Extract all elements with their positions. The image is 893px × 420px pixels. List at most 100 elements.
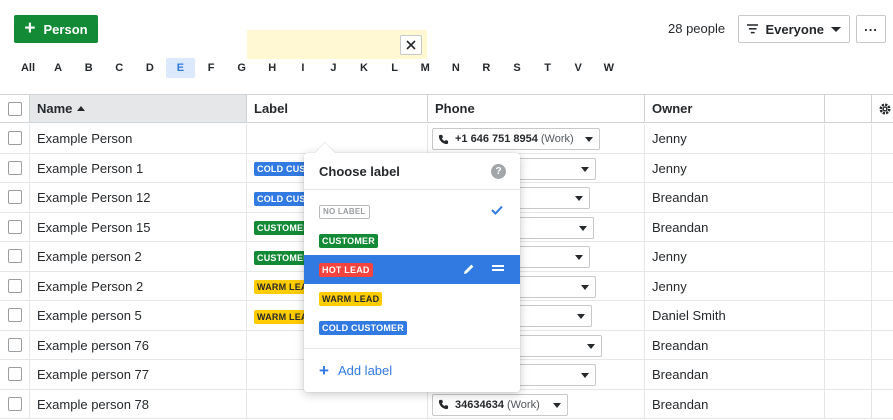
- label-tag: WARM LEAD: [254, 309, 304, 324]
- column-header-owner[interactable]: Owner: [645, 95, 825, 122]
- label-cell[interactable]: WARM LEAD: [254, 272, 304, 301]
- table-row[interactable]: Example person 78 34634634 (Work) Breandan: [0, 389, 893, 419]
- row-checkbox[interactable]: [8, 190, 22, 204]
- row-checkbox[interactable]: [8, 131, 22, 145]
- alphabet-letter-s[interactable]: S: [503, 58, 532, 78]
- row-checkbox[interactable]: [8, 278, 22, 293]
- label-option-cold-customer[interactable]: COLD CUSTOMER: [304, 313, 520, 342]
- label-option-no-label[interactable]: NO LABEL: [304, 197, 520, 226]
- row-checkbox[interactable]: [8, 367, 22, 381]
- alphabet-letter-all[interactable]: All: [14, 58, 42, 78]
- pencil-icon[interactable]: [463, 263, 475, 275]
- chevron-down-icon: [579, 225, 587, 231]
- phone-type: (Work): [506, 398, 540, 411]
- popover-divider: [304, 189, 520, 190]
- plus-icon: +: [319, 361, 329, 380]
- person-name[interactable]: Example Person 15: [37, 213, 242, 242]
- more-actions-button[interactable]: ...: [856, 15, 886, 43]
- chevron-down-icon: [581, 166, 589, 172]
- alphabet-letter-l[interactable]: L: [380, 58, 409, 78]
- label-cell[interactable]: CUSTOMER: [254, 213, 304, 242]
- phone-dropdown[interactable]: 34634634 (Work): [432, 393, 568, 416]
- label-cell[interactable]: COLD CUSTOMER: [254, 154, 304, 183]
- alphabet-letter-w[interactable]: W: [594, 58, 623, 78]
- filter-dropdown[interactable]: Everyone: [738, 15, 850, 43]
- people-count: 28 people: [668, 21, 726, 36]
- phone-number: +1 646 751 8954: [455, 133, 538, 145]
- sort-ascending-icon: [77, 106, 86, 111]
- alphabet-letter-d[interactable]: D: [135, 58, 164, 78]
- label-cell[interactable]: CUSTOMER: [254, 242, 304, 271]
- alphabet-letter-j[interactable]: J: [319, 58, 348, 78]
- label-option-tag: NO LABEL: [319, 205, 370, 219]
- alphabet-letter-i[interactable]: I: [288, 58, 317, 78]
- owner-name[interactable]: Jenny: [652, 124, 822, 153]
- person-name[interactable]: Example person 2: [37, 242, 242, 271]
- alphabet-letter-v[interactable]: V: [564, 58, 593, 78]
- person-name[interactable]: Example person 76: [37, 331, 242, 360]
- filter-icon: [747, 24, 759, 34]
- label-cell[interactable]: COLD CUSTOMER: [254, 183, 304, 212]
- label-tag: COLD CUSTOMER: [254, 162, 304, 177]
- row-checkbox[interactable]: [8, 219, 22, 234]
- gear-icon[interactable]: [878, 102, 892, 119]
- label-cell[interactable]: WARM LEAD: [254, 301, 304, 330]
- label-tag: COLD CUSTOMER: [254, 191, 304, 206]
- add-person-button[interactable]: + Person: [14, 15, 98, 43]
- owner-name[interactable]: Daniel Smith: [652, 301, 822, 330]
- phone-dropdown[interactable]: +1 646 751 8954 (Work): [432, 128, 600, 150]
- help-icon[interactable]: ?: [491, 164, 506, 179]
- person-name[interactable]: Example person 77: [37, 360, 242, 389]
- column-header-phone[interactable]: Phone: [428, 95, 645, 122]
- chevron-down-icon: [575, 196, 583, 201]
- owner-name[interactable]: Breandan: [652, 390, 822, 419]
- person-name[interactable]: Example person 5: [37, 301, 242, 330]
- owner-name[interactable]: Breandan: [652, 360, 822, 389]
- alphabet-letter-f[interactable]: F: [197, 58, 226, 78]
- alphabet-letter-r[interactable]: R: [472, 58, 501, 78]
- alphabet-letter-t[interactable]: T: [533, 58, 562, 78]
- alphabet-letter-c[interactable]: C: [105, 58, 134, 78]
- row-checkbox[interactable]: [8, 308, 22, 322]
- phone-number: 34634634: [455, 398, 504, 411]
- chevron-down-icon: [585, 137, 593, 142]
- row-checkbox[interactable]: [8, 337, 22, 352]
- alphabet-letter-k[interactable]: K: [350, 58, 379, 78]
- label-option-hot-lead[interactable]: HOT LEAD: [304, 255, 520, 284]
- alphabet-letter-g[interactable]: G: [227, 58, 256, 78]
- owner-name[interactable]: Breandan: [652, 183, 822, 212]
- person-name[interactable]: Example person 78: [37, 390, 242, 419]
- table-header: Name Label Phone Owner: [0, 94, 893, 123]
- row-checkbox[interactable]: [8, 396, 22, 411]
- label-option-customer[interactable]: CUSTOMER: [304, 226, 520, 255]
- person-name[interactable]: Example Person 1: [37, 154, 242, 183]
- owner-name[interactable]: Jenny: [652, 272, 822, 301]
- add-label-button[interactable]: + Add label: [319, 362, 392, 379]
- alphabet-letter-b[interactable]: B: [74, 58, 103, 78]
- phone-type: (Work): [540, 133, 574, 145]
- row-checkbox[interactable]: [8, 249, 22, 263]
- label-option-tag: HOT LEAD: [319, 263, 373, 277]
- person-name[interactable]: Example Person 2: [37, 272, 242, 301]
- person-name[interactable]: Example Person 12: [37, 183, 242, 212]
- table-row[interactable]: Example Person +1 646 751 8954 (Work) Jenny: [0, 124, 893, 154]
- alphabet-letter-h[interactable]: H: [258, 58, 287, 78]
- alphabet-letter-m[interactable]: M: [411, 58, 440, 78]
- add-person-label: Person: [43, 21, 88, 37]
- close-edit-button[interactable]: [400, 35, 422, 55]
- drag-handle-icon[interactable]: [492, 264, 504, 272]
- owner-name[interactable]: Jenny: [652, 242, 822, 271]
- alphabet-letter-a[interactable]: A: [44, 58, 73, 78]
- row-checkbox[interactable]: [8, 160, 22, 175]
- alphabet-letter-n[interactable]: N: [441, 58, 470, 78]
- owner-name[interactable]: Breandan: [652, 331, 822, 360]
- owner-name[interactable]: Jenny: [652, 154, 822, 183]
- alphabet-letter-e[interactable]: E: [165, 58, 195, 78]
- select-all-checkbox[interactable]: [8, 102, 22, 116]
- column-header-label[interactable]: Label: [247, 95, 428, 122]
- owner-name[interactable]: Breandan: [652, 213, 822, 242]
- column-header-name[interactable]: Name: [30, 95, 247, 122]
- label-option-tag: WARM LEAD: [319, 292, 383, 306]
- label-option-warm-lead[interactable]: WARM LEAD: [304, 284, 520, 313]
- person-name[interactable]: Example Person: [37, 124, 242, 153]
